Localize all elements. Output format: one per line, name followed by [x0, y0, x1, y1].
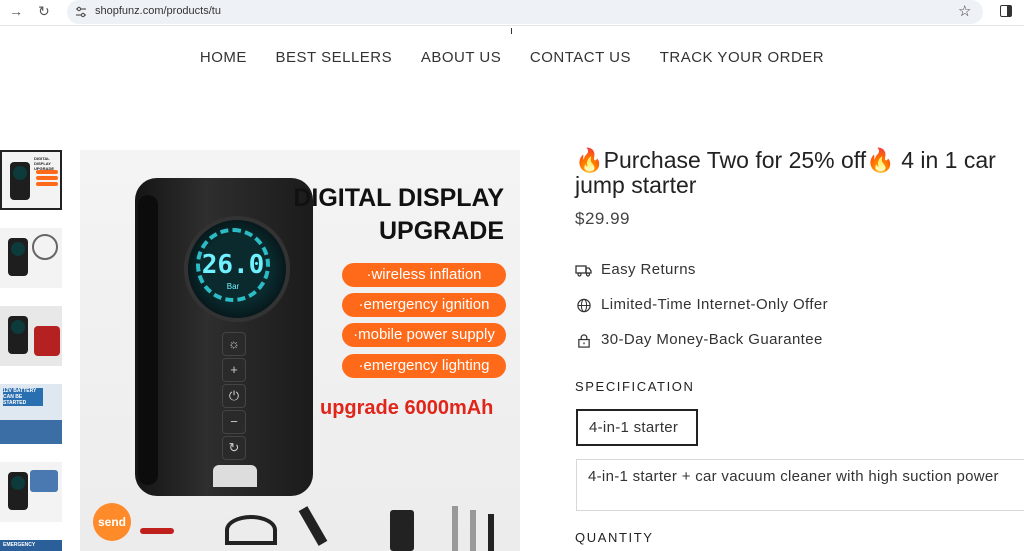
variant-option[interactable]: 4-in-1 starter + car vacuum cleaner with…	[576, 459, 1024, 511]
reload-icon[interactable]: ↻	[38, 3, 50, 20]
jumper-clamp	[140, 528, 174, 534]
minus-icon: −	[222, 410, 246, 434]
lock-icon	[578, 333, 590, 348]
feature-label: 30-Day Money-Back Guarantee	[601, 331, 823, 348]
upgrade-capacity-text: upgrade 6000mAh	[320, 397, 494, 419]
product-thumbnail-1[interactable]: DIGITAL DISPLAY UPGRADE	[0, 150, 62, 210]
image-headline-1: DIGITAL DISPLAY	[293, 184, 504, 212]
thumbnail-caption: 12V BATTERY CAN BE STARTED	[3, 388, 43, 406]
product-price: $29.99	[575, 209, 630, 228]
nozzle	[470, 510, 476, 551]
thumbnail-caption: EMERGENCY	[3, 542, 36, 548]
site-navigation: HOME BEST SELLERS ABOUT US CONTACT US TR…	[0, 49, 1024, 66]
nozzle	[488, 514, 494, 551]
truck-icon	[575, 265, 592, 277]
nav-best-sellers[interactable]: BEST SELLERS	[276, 49, 393, 66]
nav-about-us[interactable]: ABOUT US	[421, 49, 501, 66]
quantity-label: QUANTITY	[575, 530, 654, 545]
feature-pill: ·emergency ignition	[342, 293, 506, 317]
product-thumbnail-2[interactable]	[0, 228, 62, 288]
feature-pill: ·mobile power supply	[342, 323, 506, 347]
nav-home[interactable]: HOME	[200, 49, 247, 66]
logo-remnant	[511, 28, 512, 34]
nav-track-order[interactable]: TRACK YOUR ORDER	[660, 49, 824, 66]
address-bar[interactable]: shopfunz.com/products/tu	[67, 0, 983, 24]
nav-contact-us[interactable]: CONTACT US	[530, 49, 631, 66]
feature-money-back: 30-Day Money-Back Guarantee	[575, 331, 823, 348]
product-title: 🔥Purchase Two for 25% off🔥 4 in 1 car ju…	[575, 147, 996, 198]
feature-label: Limited-Time Internet-Only Offer	[601, 296, 829, 313]
cycle-icon: ↻	[222, 436, 246, 460]
usb-cable	[298, 506, 328, 546]
product-thumbnail-6[interactable]: EMERGENCY	[0, 540, 62, 551]
browser-toolbar: → ↻ shopfunz.com/products/tu ☆	[0, 0, 1024, 26]
feature-pill: ·emergency lighting	[342, 354, 506, 378]
send-badge: send	[93, 503, 131, 541]
side-panel-icon[interactable]	[1000, 5, 1012, 17]
nozzle	[452, 506, 458, 551]
url-text: shopfunz.com/products/tu	[95, 5, 221, 17]
plus-icon: +	[222, 358, 246, 382]
image-headline-2: UPGRADE	[378, 217, 504, 245]
light-bulb-icon: ☼	[222, 332, 246, 356]
globe-icon	[577, 298, 591, 312]
product-thumbnail-5[interactable]	[0, 462, 62, 522]
product-thumbnail-4[interactable]: 12V BATTERY CAN BE STARTED	[0, 384, 62, 444]
display-readout: 26.0	[201, 250, 265, 280]
main-product-image[interactable]: 26.0 Bar ☼ + ⏻ − ↻ DIGITAL DISPLAY UPGRA…	[80, 150, 520, 551]
thumbnail-caption: DIGITAL DISPLAY UPGRADE	[34, 156, 55, 171]
feature-easy-returns: Easy Returns	[575, 261, 696, 278]
charger	[390, 510, 414, 551]
bookmark-star-icon[interactable]: ☆	[958, 2, 971, 20]
feature-label: Easy Returns	[601, 261, 696, 278]
power-icon: ⏻	[222, 384, 246, 408]
display-unit: Bar	[226, 282, 240, 291]
specification-label: SPECIFICATION	[575, 379, 695, 394]
feature-internet-offer: Limited-Time Internet-Only Offer	[575, 296, 828, 313]
feature-pill: ·wireless inflation	[342, 263, 506, 287]
forward-arrow-icon[interactable]: →	[9, 3, 23, 19]
site-settings-icon[interactable]	[75, 6, 87, 18]
variant-option-selected[interactable]: 4-in-1 starter	[576, 409, 698, 446]
product-thumbnail-3[interactable]	[0, 306, 62, 366]
digital-display: 26.0 Bar	[184, 216, 290, 322]
cable	[225, 515, 277, 545]
